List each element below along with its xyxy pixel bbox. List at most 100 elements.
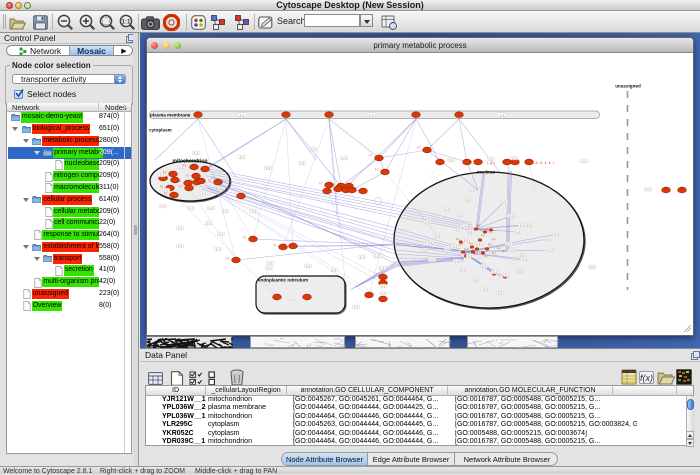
- svg-text:[...]: [...]: [449, 159, 453, 162]
- svg-text:[..]: [..]: [183, 163, 186, 167]
- svg-text:[...][..]: [...][..]: [487, 161, 495, 165]
- svg-text:[..]: [..]: [417, 145, 420, 149]
- svg-text:[...]: [...]: [590, 266, 594, 269]
- svg-text:[...]: [...]: [381, 292, 385, 295]
- svg-text:[...]: [...]: [216, 248, 220, 251]
- svg-text:[...]: [...]: [360, 256, 364, 259]
- svg-text:[..]: [..]: [375, 167, 378, 171]
- svg-text:[...]: [...]: [505, 274, 509, 277]
- svg-text:[...]: [...]: [240, 114, 244, 117]
- svg-text:[...]: [...]: [436, 235, 440, 238]
- svg-text:[...]: [...]: [549, 249, 553, 252]
- svg-text:[...]: [...]: [456, 229, 460, 232]
- svg-text:[..]: [..]: [283, 242, 286, 246]
- svg-text:[...]: [...]: [332, 269, 336, 272]
- svg-text:x(-): x(-): [486, 228, 490, 231]
- svg-text:[...]: [...]: [189, 207, 193, 210]
- svg-text:[..]: [..]: [369, 153, 372, 157]
- svg-text:[...]: [...]: [516, 231, 520, 234]
- svg-text:[...]: [...]: [380, 267, 384, 270]
- svg-text:[...][...][...][...][...]: [...][...][...][...][...]: [533, 161, 554, 165]
- svg-text:[..]: [..]: [353, 186, 356, 190]
- svg-text:[...]: [...]: [467, 199, 471, 202]
- svg-text:[..]: [..]: [160, 184, 163, 188]
- svg-text:[...]: [...]: [369, 114, 373, 117]
- svg-text:x(-): x(-): [481, 234, 485, 237]
- svg-text:[...]: [...]: [425, 221, 429, 224]
- svg-text:[...]: [...]: [498, 292, 502, 295]
- svg-text:[...]: [...]: [484, 288, 488, 291]
- svg-text:[...]: [...]: [422, 249, 426, 252]
- svg-text:[...]: [...]: [507, 243, 511, 246]
- svg-text:x(-): x(-): [492, 238, 496, 241]
- svg-text:plasma membrane: plasma membrane: [150, 113, 191, 118]
- svg-text:[...]: [...]: [473, 279, 477, 282]
- svg-text:[...]: [...]: [510, 249, 514, 252]
- svg-text:[...]: [...]: [194, 152, 198, 155]
- svg-text:[...]: [...]: [500, 114, 504, 117]
- svg-text:[...]: [...]: [468, 255, 472, 258]
- svg-text:unassigned: unassigned: [615, 84, 641, 89]
- svg-text:nucleus: nucleus: [477, 170, 495, 176]
- svg-text:[...]: [...]: [527, 224, 531, 227]
- svg-text:[..]: [..]: [328, 187, 331, 191]
- svg-text:[..]: [..]: [319, 181, 322, 185]
- svg-text:[..]: [..]: [273, 243, 276, 247]
- svg-text:[...]: [...]: [468, 231, 472, 234]
- svg-text:[...]: [...]: [430, 259, 434, 262]
- svg-text:[...]: [...]: [461, 269, 465, 272]
- svg-text:[...]: [...]: [428, 241, 432, 244]
- svg-text:[...]: [...]: [267, 267, 271, 270]
- svg-text:x(-): x(-): [456, 238, 460, 241]
- svg-text:[..]: [..]: [186, 173, 189, 177]
- svg-text:[..]: [..]: [226, 256, 229, 260]
- svg-text:[...]: [...]: [375, 255, 379, 258]
- svg-text:[...]: [...]: [476, 243, 480, 246]
- svg-text:[...]: [...]: [523, 258, 527, 261]
- svg-text:[...]: [...]: [455, 260, 459, 263]
- svg-text:[...]: [...]: [306, 265, 310, 268]
- svg-text:[..]: [..]: [189, 178, 192, 182]
- svg-text:[...]: [...]: [547, 238, 551, 241]
- svg-text:[..]: [..]: [208, 178, 211, 182]
- svg-text:[..]: [..]: [179, 184, 182, 188]
- svg-text:[..]: [..]: [193, 183, 196, 187]
- svg-text:[...]: [...]: [555, 233, 559, 236]
- svg-text:[...]: [...]: [209, 207, 213, 210]
- svg-text:[...]: [...]: [582, 160, 586, 163]
- svg-text:[...]: [...]: [300, 162, 304, 165]
- svg-text:[...]: [...]: [470, 189, 474, 192]
- svg-text:[...]: [...]: [268, 262, 272, 265]
- svg-text:[..]: [..]: [164, 191, 167, 195]
- svg-text:[..]: [..]: [243, 235, 246, 239]
- svg-text:[...]: [...]: [509, 215, 513, 218]
- svg-text:[...]: [...]: [520, 254, 524, 257]
- svg-text:x(-): x(-): [459, 243, 463, 246]
- svg-text:[...]: [...]: [512, 157, 516, 160]
- svg-text:[...]: [...]: [446, 247, 450, 250]
- svg-text:[..]: [..]: [165, 176, 168, 180]
- svg-text:endoplasmic reticulum: endoplasmic reticulum: [258, 278, 308, 283]
- svg-text:[...]: [...]: [207, 222, 211, 225]
- svg-text:[...]: [...]: [219, 233, 223, 236]
- svg-text:[...]: [...]: [445, 208, 449, 211]
- svg-text:[..]: [..]: [331, 182, 334, 186]
- svg-text:[...]: [...]: [520, 224, 524, 227]
- svg-text:[...]: [...]: [464, 239, 468, 242]
- svg-text:[...]: [...]: [342, 157, 346, 160]
- svg-text:x(-): x(-): [484, 255, 488, 258]
- svg-text:x(-): x(-): [464, 248, 468, 251]
- svg-text:[...]: [...]: [518, 270, 522, 273]
- svg-text:[...]: [...]: [354, 306, 358, 309]
- svg-text:x(-): x(-): [476, 224, 480, 227]
- svg-text:[...]: [...]: [453, 245, 457, 248]
- svg-text:x(-): x(-): [497, 247, 501, 250]
- svg-text:x(-): x(-): [469, 242, 473, 245]
- svg-text:[...]: [...]: [240, 156, 244, 159]
- svg-text:[...]: [...]: [478, 256, 482, 259]
- svg-text:[...]: [...]: [381, 285, 385, 288]
- svg-text:1:1: 1:1: [122, 20, 131, 26]
- svg-text:[...]: [...]: [462, 225, 466, 228]
- svg-text:[...]: [...]: [493, 271, 497, 274]
- svg-text:[...]: [...]: [160, 174, 164, 177]
